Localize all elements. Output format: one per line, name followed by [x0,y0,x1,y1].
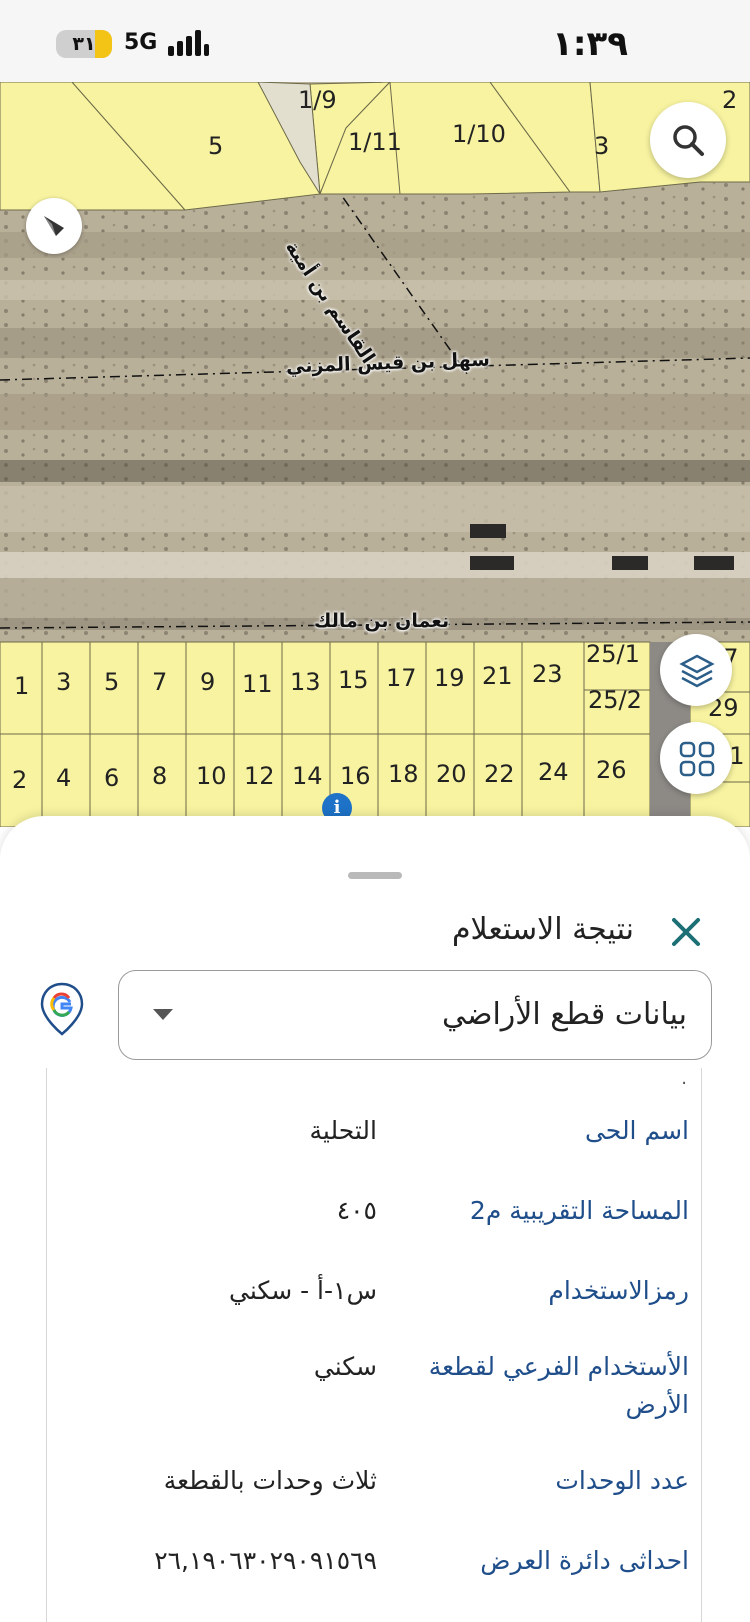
detail-value: س١-أ - سكني [229,1276,377,1305]
layers-icon [679,654,715,688]
plot-label: 1/10 [452,120,506,148]
google-maps-button[interactable] [40,982,84,1036]
plot-label: 3 [594,132,610,160]
grid-icon [679,741,715,777]
sheet-drag-handle[interactable] [348,872,402,879]
google-pin-icon [40,982,84,1036]
plot-label: 11 [242,670,273,698]
plot-label: 25/2 [588,686,642,714]
compass-button[interactable] [26,198,82,254]
detail-value: سكني [313,1352,377,1381]
parcel-details: . اسم الحى التحلية المساحة التقريبية م2 … [46,1068,702,1622]
detail-row: المساحة التقريبية م2 ٤٠٥ [47,1192,703,1252]
plot-label: 15 [338,666,369,694]
detail-row: رمزالاستخدام س١-أ - سكني [47,1272,703,1332]
plot-label: 6 [104,764,120,792]
plot-label: 22 [484,760,515,788]
street-label: نعمان بن مالك [314,610,450,632]
plot-label: 12 [244,762,275,790]
sheet-title: نتيجة الاستعلام [451,912,634,947]
plot-label: 5 [104,668,120,696]
plot-label: 5 [208,132,224,160]
plot-label: 25/1 [586,640,640,668]
signal-icon [168,30,212,56]
plot-label: 7 [152,668,168,696]
plot-label: 14 [292,762,323,790]
plot-label: 24 [538,758,569,786]
plot-label: 13 [290,668,321,696]
detail-row: احداثى دائرة العرض ٢٦,١٩٠٦٣٠٢٩٠٩١٥٦٩ [47,1542,703,1602]
dataset-select-value: بيانات قطع الأراضي [441,997,687,1032]
network-type: 5G [124,30,158,55]
detail-value: ٤٠٥ [336,1196,377,1225]
plot-label: 1/9 [298,86,337,114]
close-icon [672,918,700,946]
plot-label: 9 [200,668,216,696]
detail-value: ٢٦,١٩٠٦٣٠٢٩٠٩١٥٦٩ [154,1546,377,1575]
plot-label: 19 [434,664,465,692]
layers-button[interactable] [660,634,732,706]
map-view[interactable]: 1/9 5 1/11 1/10 3 2 القاسم بن أمية سهل ب… [0,82,750,827]
plot-label: 1 [14,672,30,700]
plot-label: 8 [152,762,168,790]
detail-label: الأستخدام الفرعي لقطعة الأرض [428,1352,689,1419]
search-icon [673,125,704,156]
plot-label: 2 [12,766,28,794]
close-button[interactable] [664,910,708,954]
apps-button[interactable] [660,722,732,794]
plot-label: 23 [532,660,563,688]
status-bar: ٣١ 5G ١:٣٩ [0,0,750,82]
detail-label: اسم الحى [584,1116,689,1145]
battery-icon: ٣١ [56,30,112,58]
plot-label: 17 [386,664,417,692]
status-time: ١:٣٩ [552,24,628,64]
compass-icon [44,216,64,236]
plot-label: 4 [56,764,72,792]
detail-row: عدد الوحدات ثلاث وحدات بالقطعة [47,1462,703,1522]
plot-label: 3 [56,668,72,696]
detail-label: احداثى دائرة العرض [480,1546,689,1575]
satellite-map [0,82,750,827]
battery-percent: ٣١ [72,33,96,55]
plot-label: 21 [482,662,513,690]
plot-label: 1/11 [348,128,402,156]
search-button[interactable] [650,102,726,178]
detail-label: المساحة التقريبية م2 [469,1196,689,1225]
plot-label: 26 [596,756,627,784]
dataset-select[interactable]: بيانات قطع الأراضي [118,970,712,1060]
detail-row: الأستخدام الفرعي لقطعة الأرض سكني [47,1348,703,1438]
detail-label: رمزالاستخدام [548,1276,689,1305]
detail-value: التحلية [309,1116,377,1145]
chevron-down-icon [153,1009,173,1020]
plot-label: 10 [196,762,227,790]
detail-label: عدد الوحدات [555,1466,689,1495]
query-result-sheet: نتيجة الاستعلام بيانات قطع الأراضي . اسم… [0,816,750,1622]
plot-label: 20 [436,760,467,788]
detail-value: ثلاث وحدات بالقطعة [163,1466,377,1495]
detail-row: اسم الحى التحلية [47,1112,703,1172]
plot-label: 18 [388,760,419,788]
plot-label: 2 [722,86,738,114]
plot-label: 16 [340,762,371,790]
scroll-indicator: . [681,1068,687,1089]
